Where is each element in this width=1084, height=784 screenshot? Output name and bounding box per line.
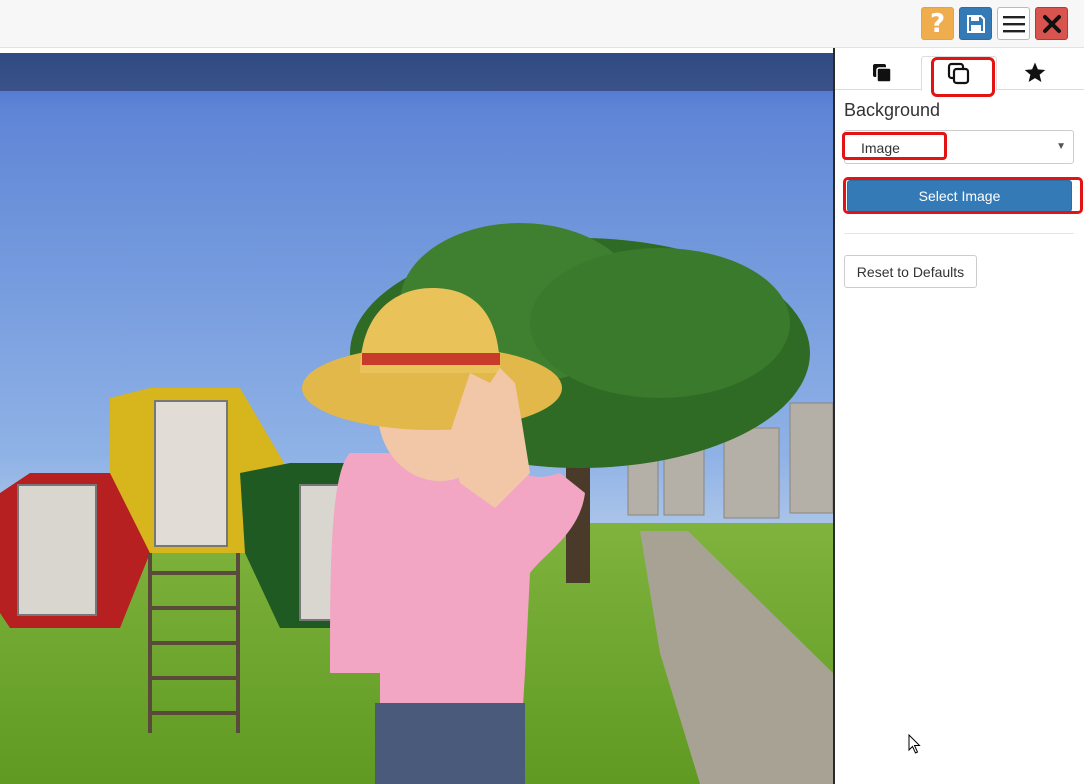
- reset-to-defaults-button[interactable]: Reset to Defaults: [844, 255, 977, 288]
- close-x-icon: [1042, 14, 1061, 33]
- menu-button[interactable]: [997, 7, 1030, 40]
- floppy-disk-icon: [966, 14, 985, 33]
- tab-background[interactable]: [921, 56, 997, 91]
- background-type-value: Image: [861, 140, 900, 156]
- copy-outline-icon: [947, 62, 970, 84]
- tab-effects[interactable]: [997, 56, 1073, 90]
- properties-panel: Background Image ▼ Select Image Reset to…: [835, 48, 1084, 784]
- top-toolbar: ?: [0, 0, 1084, 48]
- question-icon: ?: [929, 8, 946, 39]
- background-photo: [0, 53, 833, 784]
- select-image-button[interactable]: Select Image: [847, 180, 1072, 212]
- panel-tabs: [835, 56, 1084, 91]
- close-button[interactable]: [1035, 7, 1068, 40]
- layers-filled-icon: [873, 64, 892, 83]
- section-divider: [844, 233, 1074, 234]
- photo-canvas[interactable]: [0, 53, 833, 784]
- chevron-down-icon: ▼: [1056, 141, 1066, 152]
- star-icon: [1024, 62, 1046, 82]
- background-label: Background: [844, 100, 941, 120]
- help-button[interactable]: ?: [921, 7, 954, 40]
- save-button[interactable]: [959, 7, 992, 40]
- mouse-pointer-icon: [908, 734, 921, 754]
- hamburger-menu-icon: [1002, 15, 1025, 32]
- tab-layers[interactable]: [844, 56, 920, 90]
- background-type-select[interactable]: Image ▼: [844, 130, 1074, 164]
